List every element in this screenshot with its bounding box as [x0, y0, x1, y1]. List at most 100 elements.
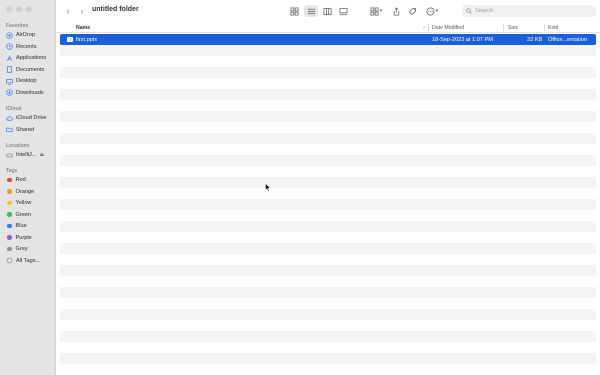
- sidebar-all-tags[interactable]: All Tags...: [6, 256, 54, 266]
- sidebar-item-documents[interactable]: Documents: [6, 65, 54, 75]
- column-header-name[interactable]: Name: [76, 25, 90, 31]
- empty-row: [60, 133, 596, 144]
- sidebar-tag-purple[interactable]: Purple: [6, 233, 54, 243]
- sidebar-item-label: Shared: [16, 126, 35, 133]
- group-grid-icon: [370, 6, 379, 16]
- sidebar-item-label: Recents: [16, 43, 37, 50]
- sidebar-item-recents[interactable]: Recents: [6, 42, 54, 52]
- sidebar-item-label: Yellow: [15, 200, 32, 206]
- empty-row: [60, 276, 596, 287]
- sidebar-tag-red[interactable]: Red: [6, 175, 54, 185]
- column-view-button[interactable]: [321, 5, 334, 17]
- sidebar-item-shared[interactable]: Shared: [6, 125, 54, 135]
- sidebar-item-label: Applications: [16, 55, 47, 61]
- all-tags-icon: [6, 257, 13, 264]
- close-window-button[interactable]: [6, 6, 12, 12]
- empty-row: [60, 56, 596, 67]
- sidebar-tag-blue[interactable]: Blue: [6, 221, 54, 231]
- purple-tag-icon: [7, 235, 12, 240]
- chevron-left-icon: ‹: [66, 6, 70, 16]
- empty-row: [60, 100, 596, 111]
- empty-row: [60, 144, 596, 155]
- shared-folder-icon: [6, 126, 13, 133]
- sidebar-tag-orange[interactable]: Orange: [6, 187, 54, 197]
- yellow-tag-icon: [7, 200, 12, 206]
- document-icon: [6, 66, 13, 73]
- red-tag-icon: [7, 177, 12, 183]
- sidebar-item-label: iCloud Drive: [16, 115, 47, 121]
- list-icon: [307, 8, 315, 14]
- pptx-file-icon: [67, 37, 73, 42]
- gallery-view-button[interactable]: [337, 5, 350, 17]
- share-button[interactable]: [390, 5, 402, 17]
- minimize-window-button[interactable]: [16, 6, 22, 12]
- sidebar-tag-yellow[interactable]: Yellow: [6, 198, 54, 208]
- empty-row: [60, 45, 596, 56]
- empty-row: [60, 166, 596, 177]
- action-button[interactable]: ▾: [423, 5, 441, 17]
- group-by-button[interactable]: ▾: [367, 5, 385, 17]
- empty-row: [60, 221, 596, 232]
- column-header-kind[interactable]: Kind: [548, 25, 558, 31]
- sidebar: Favorites AirDrop Recents Applications D…: [0, 0, 56, 375]
- back-button[interactable]: ‹: [62, 5, 74, 17]
- search-field[interactable]: [462, 5, 596, 17]
- empty-row: [60, 298, 596, 309]
- sidebar-item-label: All Tags...: [16, 257, 41, 264]
- column-divider[interactable]: [544, 24, 545, 31]
- sidebar-item-airdrop[interactable]: AirDrop: [6, 30, 54, 40]
- empty-row: [60, 111, 596, 122]
- table-row[interactable]: first.pptx 18-Sep-2023 at 1:07 PM 32 KB …: [60, 34, 596, 45]
- locations-section-title: Locations: [6, 143, 30, 149]
- column-divider[interactable]: [428, 24, 429, 31]
- zoom-window-button[interactable]: [26, 6, 32, 12]
- list-header: Name ⌄ Date Modified Size Kind: [56, 22, 600, 33]
- sidebar-item-label: Blue: [15, 223, 27, 229]
- sidebar-item-label: Purple: [15, 234, 32, 241]
- column-header-date-modified[interactable]: Date Modified: [432, 25, 464, 31]
- empty-row: [60, 331, 596, 342]
- search-input[interactable]: [475, 8, 585, 14]
- sidebar-item-downloads[interactable]: Downloads: [6, 88, 54, 98]
- search-icon: [466, 8, 472, 14]
- download-icon: [6, 89, 13, 96]
- file-date-modified: 18-Sep-2023 at 1:07 PM: [432, 36, 493, 43]
- column-divider[interactable]: [503, 24, 504, 31]
- empty-row: [60, 78, 596, 89]
- window-title: untitled folder: [92, 6, 139, 13]
- empty-row: [60, 364, 596, 375]
- column-header-size[interactable]: Size: [508, 25, 518, 31]
- sidebar-item-label: Documents: [16, 66, 45, 73]
- sidebar-item-desktop[interactable]: Desktop: [6, 76, 54, 86]
- empty-row: [60, 67, 596, 78]
- eject-icon[interactable]: ⏏: [40, 152, 45, 158]
- sidebar-item-intellij[interactable]: IntelliJ... ⏏: [6, 150, 54, 160]
- sidebar-item-applications[interactable]: Applications: [6, 53, 54, 63]
- airdrop-icon: [6, 31, 13, 39]
- tags-section-title: Tags: [6, 168, 18, 174]
- empty-row: [60, 254, 596, 265]
- sidebar-item-icloud-drive[interactable]: iCloud Drive: [6, 113, 54, 123]
- grey-tag-icon: [7, 246, 12, 252]
- chevron-down-icon: ▾: [435, 8, 439, 14]
- forward-button[interactable]: ›: [76, 5, 88, 17]
- sidebar-tag-grey[interactable]: Grey: [6, 244, 54, 254]
- empty-row: [60, 155, 596, 166]
- clock-icon: [6, 43, 13, 50]
- sidebar-item-label: Downloads: [16, 89, 44, 96]
- empty-row: [60, 309, 596, 320]
- icon-view-button[interactable]: [288, 5, 301, 17]
- sidebar-item-label: Desktop: [16, 78, 37, 84]
- disk-icon: [6, 152, 13, 159]
- empty-row: [60, 188, 596, 199]
- sidebar-item-label: IntelliJ...: [16, 152, 37, 158]
- window-controls: [6, 6, 32, 12]
- sidebar-tag-green[interactable]: Green: [6, 210, 54, 220]
- sidebar-item-label: Red: [15, 177, 26, 183]
- favorites-section-title: Favorites: [6, 23, 29, 29]
- tag-button[interactable]: [406, 5, 418, 17]
- mouse-cursor-icon: [265, 183, 271, 192]
- columns-icon: [323, 7, 332, 15]
- list-view-button[interactable]: [304, 5, 318, 17]
- applications-icon: [6, 55, 13, 62]
